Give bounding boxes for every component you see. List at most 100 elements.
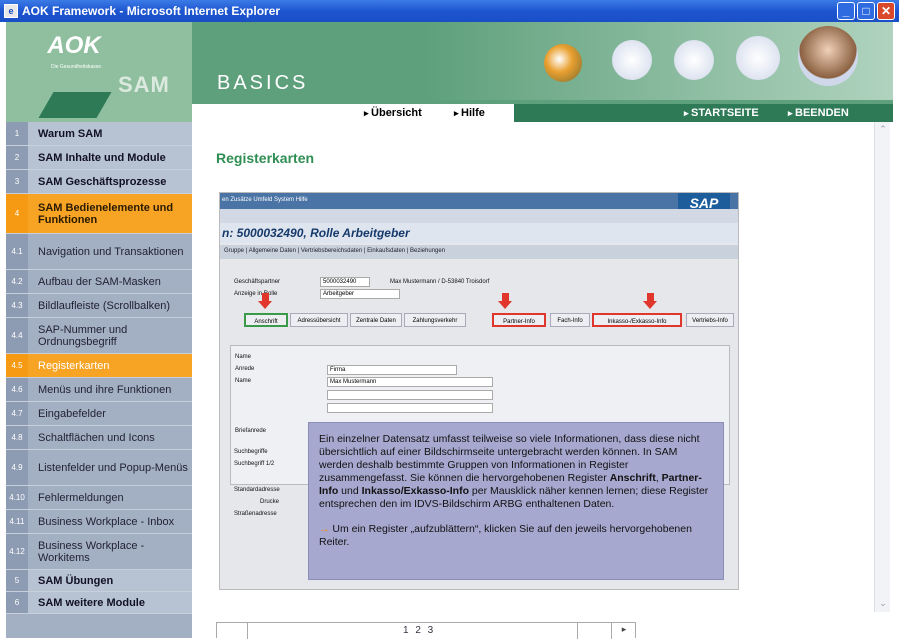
sidebar-item-4-9[interactable]: 4.9 Listenfelder und Popup-Menüs	[6, 450, 192, 486]
name-value: Max Mustermann	[327, 377, 493, 387]
minimize-button[interactable]: _	[837, 2, 855, 20]
sidebar-item-4-2[interactable]: 4.2 Aufbau der SAM-Masken	[6, 270, 192, 294]
item-label: Bildlaufleiste (Scrollbalken)	[38, 299, 171, 312]
info-text-part: und	[338, 485, 362, 497]
item-num: 4.10	[6, 486, 28, 509]
item-label: Listenfelder und Popup-Menüs	[38, 461, 188, 474]
sap-tabstrip: Anschrift Adressübersicht Zentrale Daten…	[240, 313, 738, 329]
tab-zahlungsverkehr[interactable]: Zahlungsverkehr	[404, 313, 466, 327]
tab-adressuebersicht[interactable]: Adressübersicht	[290, 313, 348, 327]
info-hint: → Um ein Register „aufzublättern“, klick…	[319, 523, 713, 549]
sidebar-item-4-5[interactable]: 4.5 Registerkarten	[6, 354, 192, 378]
bulb-icon	[612, 40, 652, 80]
scroll-up-icon[interactable]: ⌃	[877, 124, 889, 136]
tab-vertriebs-info[interactable]: Vertriebs-Info	[686, 313, 734, 327]
sidebar-item-4-10[interactable]: 4.10 Fehlermeldungen	[6, 486, 192, 510]
sidebar-item-4-7[interactable]: 4.7 Eingabefelder	[6, 402, 192, 426]
page-numbers[interactable]: 1 2 3	[403, 625, 435, 636]
item-num: 6	[6, 592, 28, 613]
item-label: Menüs und ihre Funktionen	[38, 383, 172, 396]
item-label: Eingabefelder	[38, 407, 106, 420]
sidebar-item-5[interactable]: 5 SAM Übungen	[6, 570, 192, 592]
sidebar-item-4-12[interactable]: 4.12 Business Workplace - Workitems	[6, 534, 192, 570]
gp-label: Geschäftspartner	[234, 279, 281, 285]
info-box: Ein einzelner Datensatz umfasst teilweis…	[308, 422, 724, 580]
item-label: Business Workplace - Inbox	[38, 515, 175, 528]
sidebar-item-4[interactable]: 4 SAM Bedienelemente und Funktionen	[6, 194, 192, 234]
close-button[interactable]: ✕	[877, 2, 895, 20]
gauge-icon	[544, 44, 582, 82]
tab-fach-info[interactable]: Fach-Info	[550, 313, 590, 327]
tab-zentrale-daten[interactable]: Zentrale Daten	[350, 313, 402, 327]
tab-inkasso-exkasso-info[interactable]: Inkasso-/Exkasso-Info	[592, 313, 682, 327]
window-titlebar: e AOK Framework - Microsoft Internet Exp…	[0, 0, 899, 22]
sap-titlebar: en Zusätze Umfeld System Hilfe SAP	[220, 193, 738, 213]
sidebar-item-4-1[interactable]: 4.1 Navigation und Transaktionen	[6, 234, 192, 270]
sidebar-item-3[interactable]: 3 SAM Geschäftsprozesse	[6, 170, 192, 194]
item-num: 4.11	[6, 510, 28, 533]
item-label: Warum SAM	[38, 127, 103, 140]
sap-button-bar: Gruppe | Allgemeine Daten | Vertriebsber…	[220, 245, 738, 259]
nav-beenden[interactable]: BEENDEN	[788, 107, 849, 119]
item-label: SAM Bedienelemente und Funktionen	[38, 201, 174, 226]
scrollbar[interactable]: ⌃ ⌄	[874, 122, 890, 612]
item-label: Schaltflächen und Icons	[38, 431, 155, 444]
nav-uebersicht[interactable]: Übersicht	[364, 107, 422, 119]
tab-anschrift[interactable]: Anschrift	[244, 313, 288, 327]
item-num: 5	[6, 570, 28, 591]
next-page-icon[interactable]: ▸	[613, 624, 635, 635]
sidebar-item-4-6[interactable]: 4.6 Menüs und ihre Funktionen	[6, 378, 192, 402]
item-num: 1	[6, 122, 28, 145]
item-label: Business Workplace - Workitems	[38, 539, 145, 564]
info-bold-anschrift: Anschrift	[609, 472, 656, 484]
name-line-3	[327, 403, 493, 413]
page-title: Registerkarten	[216, 150, 315, 166]
item-num: 4.12	[6, 534, 28, 569]
aok-logo: AOK Die Gesundheitskasse SAM	[6, 22, 192, 122]
item-num: 4.8	[6, 426, 28, 449]
item-num: 4.4	[6, 318, 28, 353]
sidebar-item-4-11[interactable]: 4.11 Business Workplace - Inbox	[6, 510, 192, 534]
item-num: 4	[6, 194, 28, 233]
such-label: Suchbegriff 1/2	[234, 461, 275, 467]
maximize-button[interactable]: □	[857, 2, 875, 20]
item-num: 3	[6, 170, 28, 193]
sidebar-item-4-4[interactable]: 4.4 SAP-Nummer und Ordnungsbegriff	[6, 318, 192, 354]
nav-hilfe[interactable]: Hilfe	[454, 107, 485, 119]
item-num: 4.1	[6, 234, 28, 269]
sidebar-item-6[interactable]: 6 SAM weitere Module	[6, 592, 192, 614]
item-num: 2	[6, 146, 28, 169]
item-label: SAM weitere Module	[38, 596, 145, 609]
anrede-value: Firma	[327, 365, 457, 375]
sidebar-item-4-8[interactable]: 4.8 Schaltflächen und Icons	[6, 426, 192, 450]
tab-partner-info[interactable]: Partner-Info	[492, 313, 546, 327]
mouse-icon	[674, 40, 714, 80]
sam-logo-text: SAM	[118, 72, 170, 97]
item-label: Aufbau der SAM-Masken	[38, 275, 161, 288]
item-label: SAM Übungen	[38, 574, 114, 587]
name-line-2	[327, 390, 493, 400]
role-value: Arbeitgeber	[320, 289, 400, 299]
item-label: Fehlermeldungen	[38, 491, 124, 504]
name-header: Name	[235, 354, 252, 360]
logo-sash	[38, 92, 112, 118]
druck-label: Drucke	[260, 499, 280, 505]
window-title: AOK Framework - Microsoft Internet Explo…	[22, 4, 281, 18]
std-header: Standardadresse	[234, 487, 280, 493]
nav-startseite[interactable]: STARTSEITE	[684, 107, 759, 119]
item-num: 4.2	[6, 270, 28, 293]
scroll-down-icon[interactable]: ⌄	[877, 598, 889, 610]
sidebar-item-1[interactable]: 1 Warum SAM	[6, 122, 192, 146]
gp-name: Max Mustermann / D-53840 Troisdorf	[390, 279, 490, 285]
sidebar-item-2[interactable]: 2 SAM Inhalte und Module	[6, 146, 192, 170]
such-header: Suchbegriffe	[234, 449, 268, 455]
gp-value: 5000032490	[320, 277, 370, 287]
sidebar: 1 Warum SAM 2 SAM Inhalte und Module 3 SAM …	[6, 122, 192, 638]
strasse-label: Straßenadresse	[234, 511, 277, 517]
item-num: 4.7	[6, 402, 28, 425]
sap-toolbar	[220, 209, 738, 223]
sidebar-item-4-3[interactable]: 4.3 Bildlaufleiste (Scrollbalken)	[6, 294, 192, 318]
hint-text: Um ein Register „aufzublättern“, klicken…	[319, 523, 692, 548]
item-label: Navigation und Transaktionen	[38, 245, 184, 258]
brief-label: Briefanrede	[235, 428, 267, 434]
